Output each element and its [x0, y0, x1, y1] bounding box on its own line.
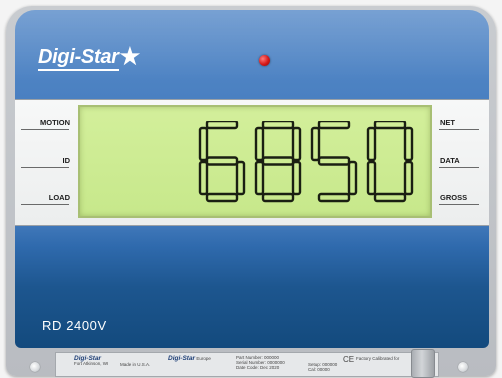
annunciator-net-line [439, 129, 479, 130]
cable-connector [411, 349, 435, 378]
indicator-front-panel: Digi-Star★ MOTION ID LOAD NET DATA GROSS… [15, 10, 489, 348]
plate-text-1b: Made in U.S.A. [120, 362, 151, 367]
star-icon: ★ [119, 43, 141, 69]
lcd-display [78, 105, 432, 218]
lcd-segment [198, 160, 209, 196]
lcd-segment [317, 121, 351, 130]
serial-label-plate: Digi-Star Fort Atkinson, WI Made in U.S.… [55, 352, 439, 377]
annunciator-data-line [439, 167, 479, 168]
plate-factory-note: Factory Calibrated for [356, 356, 400, 361]
plate-logo-2: Digi-Star [168, 355, 196, 362]
plate-text-1a: Fort Atkinson, WI [74, 361, 109, 366]
plate-cal: Cal: 00000 [308, 367, 330, 372]
lcd-segment [291, 126, 302, 162]
annunciator-load: LOAD [48, 193, 70, 202]
lcd-segment [205, 121, 239, 130]
brand-logo-text: Digi-Star [38, 46, 119, 71]
annunciator-load-line [21, 204, 69, 205]
model-label: RD 2400V [42, 318, 107, 333]
lcd-segment [205, 156, 239, 166]
ce-mark: CE [343, 355, 355, 364]
annunciator-id-line [21, 167, 69, 168]
lcd-segment [261, 156, 295, 166]
lcd-digit [254, 121, 302, 203]
annunciator-motion-line [21, 129, 69, 130]
lcd-segment [373, 192, 407, 203]
lcd-segment [261, 192, 295, 203]
lcd-segment [205, 192, 239, 203]
annunciator-data: DATA [440, 156, 460, 165]
annunciator-motion: MOTION [40, 118, 70, 127]
annunciator-id: ID [62, 156, 71, 165]
weight-readout [198, 121, 414, 203]
screw-bottom-right [458, 362, 468, 372]
lcd-segment [254, 126, 265, 162]
lcd-segment [317, 156, 351, 166]
lcd-segment [347, 160, 358, 196]
status-led [259, 55, 270, 66]
lcd-digit [366, 121, 414, 203]
lcd-segment [235, 160, 246, 196]
lcd-segment [310, 126, 321, 162]
lcd-segment [366, 160, 377, 196]
plate-text-2: Europe [196, 356, 211, 361]
lcd-segment [403, 160, 414, 196]
lcd-segment [291, 160, 302, 196]
display-band: MOTION ID LOAD NET DATA GROSS [15, 99, 489, 226]
lcd-segment [366, 126, 377, 162]
lcd-segment [198, 126, 209, 162]
annunciator-gross-line [439, 204, 479, 205]
lcd-digit [198, 121, 246, 203]
lcd-segment [261, 121, 295, 130]
annunciator-gross: GROSS [440, 193, 468, 202]
plate-date-code: Date Code: Dec 2020 [236, 365, 280, 370]
lcd-segment [317, 192, 351, 203]
screw-bottom-left [30, 362, 40, 372]
annunciator-net: NET [440, 118, 455, 127]
lcd-segment [403, 126, 414, 162]
lcd-segment [254, 160, 265, 196]
brand-logo: Digi-Star★ [38, 42, 141, 71]
lcd-segment [373, 121, 407, 130]
lcd-digit [310, 121, 358, 203]
